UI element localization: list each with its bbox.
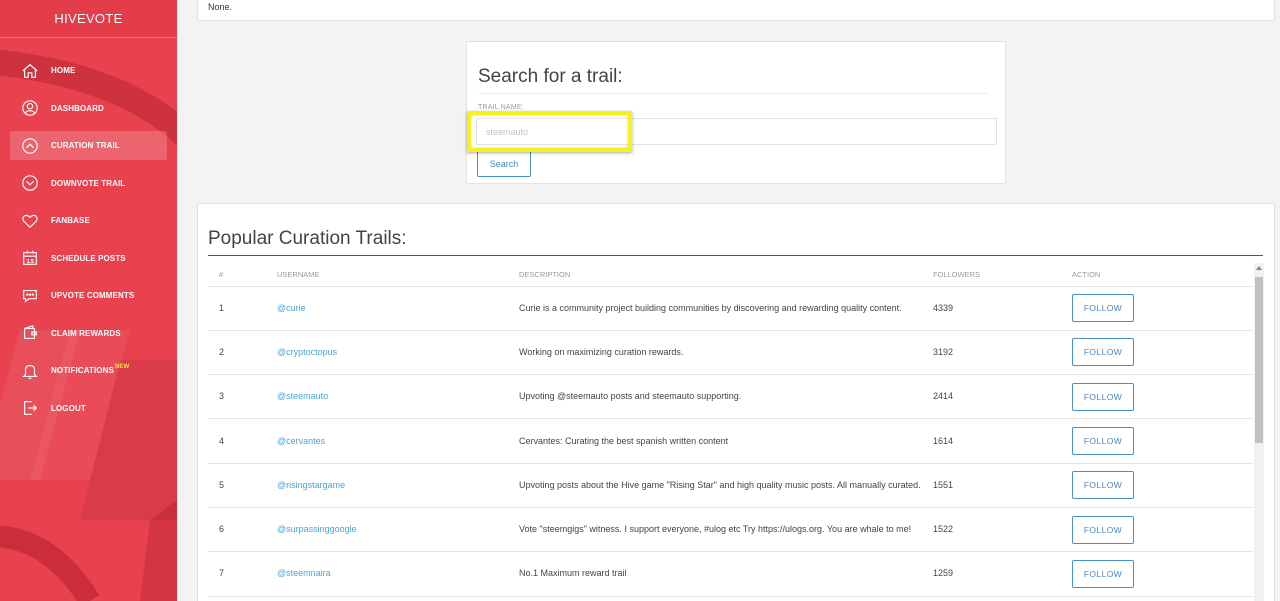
sidebar-item-label: DOWNVOTE TRAIL — [51, 178, 126, 188]
heart-icon — [20, 211, 40, 231]
row-username-link[interactable]: @curie — [277, 286, 519, 331]
sidebar-item-label: DASHBOARD — [51, 103, 104, 113]
popular-title: Popular Curation Trails: — [208, 228, 407, 249]
scroll-up-arrow-icon[interactable] — [1256, 266, 1262, 270]
row-description: Cervantes: Curating the best spanish wri… — [519, 418, 933, 464]
row-description: Upvoting posts about the Hive game "Risi… — [519, 463, 933, 508]
sidebar-item-home[interactable]: HOME — [10, 56, 167, 85]
sidebar-item-label: CURATION TRAIL — [51, 141, 120, 150]
row-description: Working on maximizing curation rewards. — [519, 330, 933, 376]
chevron-up-circle-icon — [20, 136, 40, 156]
trails-table: # USERNAME DESCRIPTION FOLLOWERS ACTION … — [208, 264, 1253, 597]
row-number: 5 — [208, 463, 277, 508]
sidebar-item-dashboard[interactable]: DASHBOARD — [10, 94, 167, 123]
search-title: Search for a trail: — [478, 66, 623, 87]
table-row: 3 @steemauto Upvoting @steemauto posts a… — [208, 374, 1253, 420]
sidebar: HIVEVOTE HOME DASHBOARD CURATION TRAIL D… — [0, 0, 177, 601]
table-row: 2 @cryptoctopus Working on maximizing cu… — [208, 330, 1253, 376]
follow-button[interactable]: FOLLOW — [1072, 471, 1134, 500]
follow-button[interactable]: FOLLOW — [1072, 382, 1134, 411]
row-number: 3 — [208, 374, 277, 420]
bell-icon — [20, 361, 40, 381]
column-header-action: ACTION — [1072, 264, 1253, 287]
row-followers: 1614 — [933, 418, 1072, 464]
wallet-icon — [20, 323, 40, 343]
table-scrollbar[interactable] — [1254, 263, 1264, 601]
comment-icon — [20, 286, 40, 306]
info-text: None. — [208, 2, 233, 12]
svg-text:15: 15 — [26, 259, 34, 265]
follow-button[interactable]: FOLLOW — [1072, 515, 1134, 544]
row-followers: 3192 — [933, 330, 1072, 376]
sidebar-item-claim-rewards[interactable]: CLAIM REWARDS — [10, 319, 167, 348]
sidebar-item-curation-trail[interactable]: CURATION TRAIL — [10, 131, 167, 160]
sidebar-item-upvote-comments[interactable]: UPVOTE COMMENTS — [10, 281, 167, 310]
table-row: 1 @curie Curie is a community project bu… — [208, 286, 1253, 331]
user-circle-icon — [20, 98, 40, 118]
sidebar-item-label: LOGOUT — [51, 403, 86, 413]
sidebar-item-fanbase[interactable]: FANBASE — [10, 206, 167, 235]
popular-trails-card: Popular Curation Trails: # USERNAME DESC… — [197, 203, 1275, 601]
row-followers: 1259 — [933, 551, 1072, 597]
column-header-followers: FOLLOWERS — [933, 264, 1072, 287]
column-header-username: USERNAME — [277, 264, 519, 287]
sidebar-item-downvote-trail[interactable]: DOWNVOTE TRAIL — [10, 169, 167, 198]
search-button[interactable]: Search — [477, 150, 531, 177]
table-row: 5 @risingstargame Upvoting posts about t… — [208, 463, 1253, 508]
brand-logo[interactable]: HIVEVOTE — [0, 0, 177, 38]
trail-name-input[interactable] — [476, 118, 997, 145]
table-header-row: # USERNAME DESCRIPTION FOLLOWERS ACTION — [208, 264, 1253, 287]
row-username-link[interactable]: @surpassinggoogle — [277, 507, 519, 553]
scrollbar-thumb[interactable] — [1255, 277, 1263, 443]
calendar-icon: 15 — [20, 248, 40, 268]
sidebar-item-label: UPVOTE COMMENTS — [51, 291, 135, 300]
row-followers: 1551 — [933, 463, 1072, 508]
divider — [208, 255, 1263, 256]
sidebar-item-label: SCHEDULE POSTS — [51, 253, 126, 263]
trails-table-scroll[interactable]: # USERNAME DESCRIPTION FOLLOWERS ACTION … — [208, 264, 1265, 601]
row-description: Upvoting @steemauto posts and steemauto … — [519, 374, 933, 420]
column-header-description: DESCRIPTION — [519, 264, 933, 287]
row-description: Vote "steemgigs" witness. I support ever… — [519, 507, 933, 553]
search-trail-card: Search for a trail: TRAIL NAME: Search — [466, 41, 1006, 184]
row-number: 4 — [208, 418, 277, 464]
row-followers: 4339 — [933, 286, 1072, 331]
row-number: 6 — [208, 507, 277, 553]
sidebar-item-logout[interactable]: LOGOUT — [10, 394, 167, 423]
follow-button[interactable]: FOLLOW — [1072, 427, 1134, 456]
row-followers: 1522 — [933, 507, 1072, 553]
sidebar-item-label: CLAIM REWARDS — [51, 328, 121, 338]
sidebar-item-label: NOTIFICATIONS — [51, 366, 114, 375]
table-row: 7 @steemnaira No.1 Maximum reward trail … — [208, 551, 1253, 597]
follow-button[interactable]: FOLLOW — [1072, 559, 1134, 588]
row-description: No.1 Maximum reward trail — [519, 551, 933, 597]
sidebar-item-schedule-posts[interactable]: 15 SCHEDULE POSTS — [10, 244, 167, 273]
row-username-link[interactable]: @steemnaira — [277, 551, 519, 597]
row-number: 7 — [208, 551, 277, 597]
row-username-link[interactable]: @steemauto — [277, 374, 519, 420]
divider — [478, 93, 988, 94]
home-icon — [20, 61, 40, 81]
chevron-down-circle-icon — [20, 173, 40, 193]
follow-button[interactable]: FOLLOW — [1072, 294, 1134, 323]
sidebar-item-notifications[interactable]: NOTIFICATIONS NEW — [10, 356, 167, 385]
new-badge: NEW — [114, 363, 130, 370]
info-card: None. — [197, 0, 1275, 21]
row-followers: 2414 — [933, 374, 1072, 420]
row-username-link[interactable]: @cervantes — [277, 418, 519, 464]
table-row: 6 @surpassinggoogle Vote "steemgigs" wit… — [208, 507, 1253, 553]
row-description: Curie is a community project building co… — [519, 286, 933, 331]
logout-icon — [20, 398, 40, 418]
table-row: 4 @cervantes Cervantes: Curating the bes… — [208, 418, 1253, 464]
trail-name-label: TRAIL NAME: — [478, 104, 524, 111]
sidebar-item-label: HOME — [51, 66, 76, 75]
sidebar-nav: HOME DASHBOARD CURATION TRAIL DOWNVOTE T… — [0, 38, 177, 423]
sidebar-item-label: FANBASE — [51, 216, 90, 225]
follow-button[interactable]: FOLLOW — [1072, 338, 1134, 367]
column-header-number: # — [208, 264, 277, 287]
row-number: 1 — [208, 286, 277, 331]
row-number: 2 — [208, 330, 277, 376]
row-username-link[interactable]: @cryptoctopus — [277, 330, 519, 376]
row-username-link[interactable]: @risingstargame — [277, 463, 519, 508]
